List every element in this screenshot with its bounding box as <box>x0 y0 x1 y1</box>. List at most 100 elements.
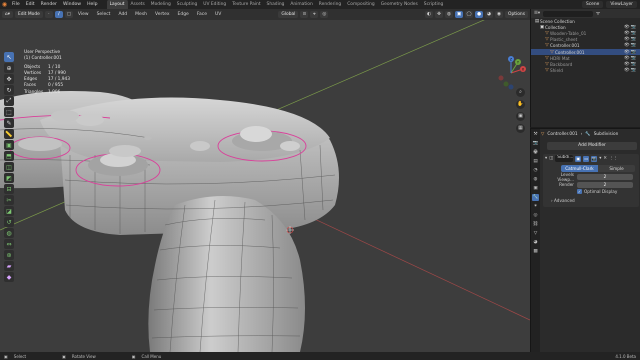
vertex-select-icon[interactable]: · <box>44 11 53 18</box>
visibility-eye-icon[interactable]: 👁📷 <box>624 37 637 42</box>
transform-orientation-selector[interactable]: Global <box>278 11 299 18</box>
visibility-eye-icon[interactable]: 👁📷 <box>624 31 637 36</box>
render-levels-field[interactable]: 2 <box>577 181 633 188</box>
menu-edit[interactable]: Edit <box>23 2 38 7</box>
solid-shading-icon[interactable]: ● <box>475 11 484 18</box>
world-tab-icon[interactable]: ◍ <box>532 176 539 183</box>
menu-file[interactable]: File <box>9 2 23 7</box>
pan-hand-icon[interactable]: ✋ <box>516 100 525 109</box>
collapse-chevron-icon[interactable]: ▾ <box>545 156 547 161</box>
snap-icon[interactable]: ⌖ <box>310 11 319 18</box>
constraints-tab-icon[interactable]: ⛓ <box>532 221 539 228</box>
camera-view-icon[interactable]: ▣ <box>516 112 525 121</box>
smooth-tool-icon[interactable]: ◍ <box>4 228 14 238</box>
menu-mesh[interactable]: Mesh <box>132 12 150 17</box>
material-shading-icon[interactable]: ◕ <box>485 11 494 18</box>
pivot-icon[interactable]: ⊙ <box>300 11 309 18</box>
optimal-display-checkbox[interactable]: ✓ Optimal Display <box>577 189 639 194</box>
edge-select-icon[interactable]: / <box>54 11 63 18</box>
tab-modeling[interactable]: Modeling <box>148 0 174 9</box>
menu-add[interactable]: Add <box>115 12 130 17</box>
texture-tab-icon[interactable]: ▩ <box>532 248 539 255</box>
visibility-icon[interactable]: ◐ <box>425 11 434 18</box>
tool-tab-icon[interactable]: ⚒ <box>532 131 539 138</box>
tab-geometry-nodes[interactable]: Geometry Nodes <box>378 0 421 9</box>
tab-shading[interactable]: Shading <box>264 0 288 9</box>
tab-layout[interactable]: Layout <box>106 0 128 9</box>
options-dropdown[interactable]: Options <box>505 11 528 18</box>
overlay-toggle-icon[interactable]: ◍ <box>445 11 454 18</box>
outliner-filter-icon[interactable]: ☰▾ <box>534 11 540 16</box>
loop-cut-icon[interactable]: ⊟ <box>4 184 14 194</box>
add-cube-icon[interactable]: ▣ <box>4 140 14 150</box>
tab-sculpting[interactable]: Sculpting <box>174 0 201 9</box>
perspective-toggle-icon[interactable]: ▦ <box>516 124 525 133</box>
modifier-name-field[interactable]: Subdi... <box>555 155 574 162</box>
menu-face[interactable]: Face <box>194 12 210 17</box>
viewport-toggle-icon[interactable]: ▭ <box>583 155 590 162</box>
rotate-tool-icon[interactable]: ↻ <box>4 85 14 95</box>
spin-tool-icon[interactable]: ↺ <box>4 217 14 227</box>
transform-tool-icon[interactable]: ⬚ <box>4 107 14 117</box>
modifier-menu-icon[interactable]: ▾ <box>599 156 601 161</box>
tab-scripting[interactable]: Scripting <box>421 0 447 9</box>
face-select-icon[interactable]: ▢ <box>64 11 73 18</box>
particles-tab-icon[interactable]: ✶ <box>532 203 539 210</box>
output-tab-icon[interactable]: 🖶 <box>532 149 539 156</box>
shear-tool-icon[interactable]: ▰ <box>4 261 14 271</box>
render-tab-icon[interactable]: 📷 <box>532 140 539 147</box>
add-modifier-button[interactable]: Add Modifier <box>547 142 637 150</box>
outliner-search-input[interactable] <box>543 10 594 17</box>
visibility-eye-icon[interactable]: 👁📷 <box>624 43 637 48</box>
outliner-row[interactable]: ▽ Shield 👁📷 <box>531 68 640 74</box>
navigation-gizmo[interactable]: X Y Z <box>494 56 528 90</box>
rendered-shading-icon[interactable]: ◉ <box>495 11 504 18</box>
menu-view[interactable]: View <box>75 12 92 17</box>
drag-handle-icon[interactable]: ⋮⋮ <box>609 156 618 161</box>
measure-tool-icon[interactable]: 📏 <box>4 129 14 139</box>
data-tab-icon[interactable]: ▽ <box>532 230 539 237</box>
extrude-tool-icon[interactable]: ⬒ <box>4 151 14 161</box>
advanced-subpanel[interactable]: › Advanced <box>551 198 639 203</box>
edge-slide-icon[interactable]: ⇔ <box>4 239 14 249</box>
zoom-icon[interactable]: ⌕ <box>516 88 525 97</box>
wireframe-shading-icon[interactable]: ◯ <box>465 11 474 18</box>
modifier-tab-icon[interactable]: 🔧 <box>532 194 539 201</box>
tab-rendering[interactable]: Rendering <box>316 0 344 9</box>
menu-vertex[interactable]: Vertex <box>152 12 172 17</box>
tab-texture-paint[interactable]: Texture Paint <box>229 0 263 9</box>
gizmo-toggle-icon[interactable]: ✥ <box>435 11 444 18</box>
tab-assets[interactable]: Assets <box>128 0 148 9</box>
visibility-eye-icon[interactable]: 👁📷 <box>624 68 637 73</box>
proportional-edit-icon[interactable]: ◎ <box>320 11 329 18</box>
shrink-fatten-icon[interactable]: ⊛ <box>4 250 14 260</box>
visibility-eye-icon[interactable]: 👁📷 <box>624 25 637 30</box>
inset-tool-icon[interactable]: ◫ <box>4 162 14 172</box>
view-layer-tab-icon[interactable]: ▤ <box>532 158 539 165</box>
levels-viewport-field[interactable]: 2 <box>577 173 633 180</box>
object-tab-icon[interactable]: ▣ <box>532 185 539 192</box>
blender-logo-icon[interactable]: ◉ <box>0 0 9 9</box>
viewlayer-selector[interactable]: ViewLayer <box>606 1 637 8</box>
tab-uv-editing[interactable]: UV Editing <box>200 0 229 9</box>
poly-build-icon[interactable]: ◪ <box>4 206 14 216</box>
move-tool-icon[interactable]: ✥ <box>4 74 14 84</box>
visibility-eye-icon[interactable]: 👁📷 <box>624 56 637 61</box>
menu-uv[interactable]: UV <box>212 12 224 17</box>
mode-selector[interactable]: Edit Mode <box>15 11 43 18</box>
3d-viewport[interactable]: User Perspective (1) Controller.001 Obje… <box>0 20 530 352</box>
simple-option[interactable]: Simple <box>598 165 635 172</box>
scene-selector[interactable]: Scene <box>581 1 604 8</box>
cursor-tool-icon[interactable]: ⊕ <box>4 63 14 73</box>
tab-animation[interactable]: Animation <box>287 0 315 9</box>
menu-render[interactable]: Render <box>38 2 60 7</box>
rip-tool-icon[interactable]: ◆ <box>4 272 14 282</box>
xray-toggle-icon[interactable]: ▣ <box>455 11 464 18</box>
physics-tab-icon[interactable]: ◎ <box>532 212 539 219</box>
close-icon[interactable]: ✕ <box>603 156 607 161</box>
filter-funnel-icon[interactable]: ⛛ <box>596 11 600 17</box>
editor-type-button[interactable]: ⌂▾ <box>2 11 13 18</box>
tab-compositing[interactable]: Compositing <box>344 0 378 9</box>
menu-help[interactable]: Help <box>84 2 100 7</box>
material-tab-icon[interactable]: ◕ <box>532 239 539 246</box>
